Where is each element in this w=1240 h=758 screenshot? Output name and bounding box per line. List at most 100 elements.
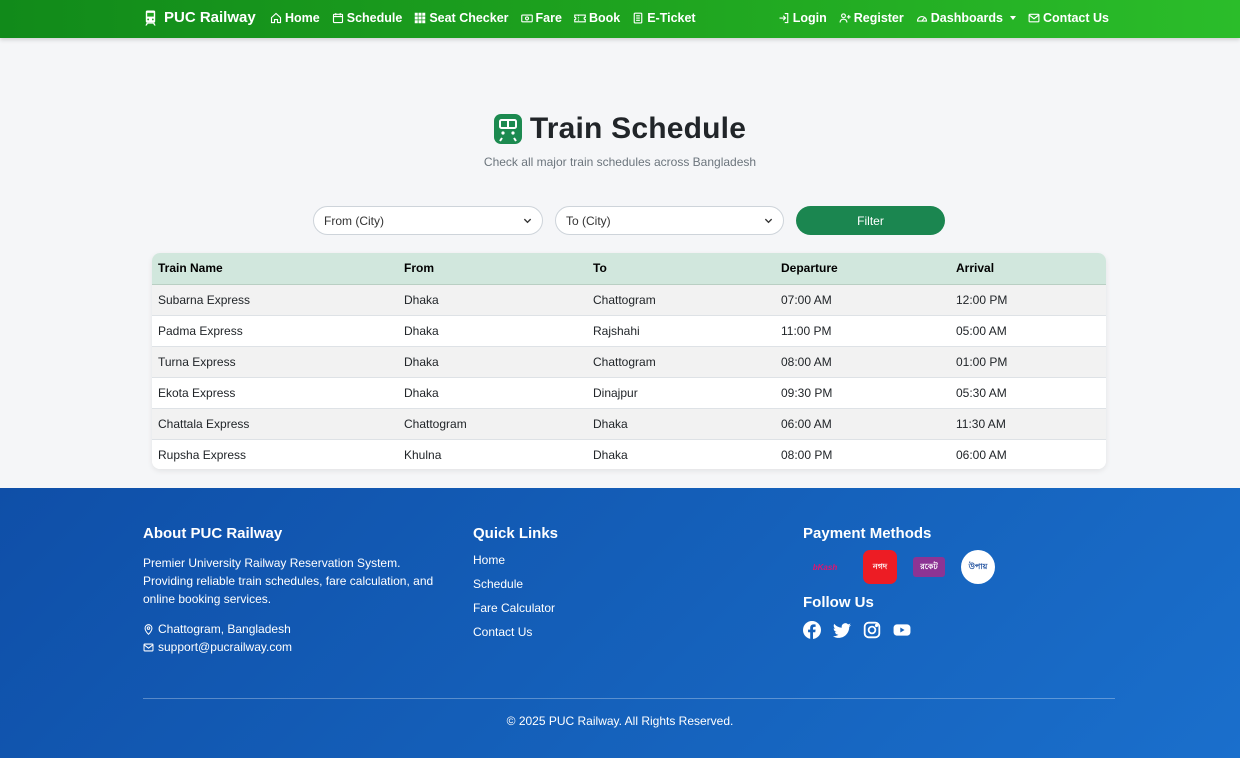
top-navbar: PUC Railway Home Schedule Seat Checker F…: [0, 0, 1240, 38]
table-header-row: Train Name From To Departure Arrival: [152, 253, 1106, 285]
cash-icon: [520, 14, 533, 23]
nav-seat-checker-label: Seat Checker: [429, 11, 509, 25]
chevron-down-icon: [1010, 16, 1017, 20]
chevron-down-icon: [523, 218, 532, 224]
cell-train-name: Rupsha Express: [158, 447, 247, 462]
footer-payments: Payment Methods bKash নগদ রকেট উপায় Fol…: [803, 525, 1115, 639]
nav-book-label: Book: [588, 11, 621, 25]
nav-home[interactable]: Home: [270, 11, 320, 25]
email-link[interactable]: support@pucrailway.com: [158, 638, 292, 656]
col-train-name: Train Name: [152, 253, 398, 285]
cell-arrival: 11:30 AM: [956, 416, 1006, 431]
about-title: About PUC Railway: [143, 525, 283, 542]
brand-link[interactable]: PUC Railway: [143, 9, 256, 26]
cell-departure: 07:00 AM: [781, 292, 832, 307]
cell-to: Chattogram: [593, 292, 656, 307]
cell-arrival: 01:00 PM: [956, 354, 1008, 369]
cell-train-name: Ekota Express: [158, 385, 236, 400]
youtube-icon[interactable]: [893, 621, 911, 639]
nav-e-ticket[interactable]: E-Ticket: [632, 11, 696, 25]
cell-arrival: 06:00 AM: [956, 447, 1007, 462]
cell-arrival: 05:30 AM: [956, 385, 1007, 400]
cell-from: Dhaka: [404, 292, 439, 307]
cell-departure: 09:30 PM: [781, 385, 833, 400]
cell-to: Dhaka: [593, 416, 628, 431]
email-line: support@pucrailway.com: [143, 638, 443, 656]
nav-dashboards-label: Dashboards: [930, 11, 1004, 25]
filter-button[interactable]: Filter: [796, 206, 945, 235]
schedule-table: Train Name From To Departure Arrival Sub…: [152, 253, 1106, 469]
nav-seat-checker[interactable]: Seat Checker: [414, 11, 509, 25]
footer-about: About PUC Railway Premier University Rai…: [143, 525, 443, 656]
col-from: From: [398, 253, 587, 285]
envelope-icon: [1028, 13, 1040, 23]
cell-from: Khulna: [404, 447, 442, 462]
table-row: Padma Express Dhaka Rajshahi 11:00 PM 05…: [152, 315, 1106, 346]
footer-link-fare-calculator[interactable]: Fare Calculator: [473, 596, 673, 620]
receipt-icon: [633, 12, 643, 24]
schedule-table-container: Train Name From To Departure Arrival Sub…: [152, 253, 1106, 469]
nav-login-label: Login: [792, 11, 827, 25]
copyright-text: © 2025 PUC Railway. All Rights Reserved.: [506, 714, 734, 728]
grid-icon: [415, 12, 426, 24]
cell-from: Dhaka: [404, 354, 439, 369]
about-text: Premier University Railway Reservation S…: [143, 556, 434, 606]
calendar-icon: [332, 13, 343, 24]
geo-pin-icon: [144, 623, 153, 635]
footer-divider: [143, 698, 1115, 699]
nav-login[interactable]: Login: [778, 11, 827, 25]
nav-register-label: Register: [853, 11, 904, 25]
nav-schedule-label: Schedule: [346, 11, 403, 25]
table-row: Turna Express Dhaka Chattogram 08:00 AM …: [152, 346, 1106, 377]
nav-dashboards-dropdown[interactable]: Dashboards: [916, 11, 1017, 25]
nav-e-ticket-label: E-Ticket: [647, 11, 696, 25]
rocket-logo: রকেট: [913, 557, 945, 577]
cell-train-name: Chattala Express: [158, 416, 250, 431]
cell-departure: 06:00 AM: [781, 416, 832, 431]
person-plus-icon: [839, 13, 851, 23]
from-city-value: From (City): [324, 213, 384, 228]
cell-departure: 08:00 AM: [781, 354, 832, 369]
envelope-icon: [143, 643, 154, 651]
home-icon: [270, 12, 282, 24]
location-line: Chattogram, Bangladesh: [143, 620, 443, 638]
twitter-icon[interactable]: [833, 621, 851, 639]
cell-from: Chattogram: [404, 416, 467, 431]
footer-link-home[interactable]: Home: [473, 548, 673, 572]
table-row: Subarna Express Dhaka Chattogram 07:00 A…: [152, 284, 1106, 315]
follow-title: Follow Us: [803, 594, 874, 611]
location-text: Chattogram, Bangladesh: [158, 622, 291, 636]
table-row: Chattala Express Chattogram Dhaka 06:00 …: [152, 408, 1106, 439]
nav-book[interactable]: Book: [574, 11, 620, 25]
nagad-logo: নগদ: [863, 550, 897, 584]
quick-links-title: Quick Links: [473, 525, 559, 542]
from-city-select[interactable]: From (City): [313, 206, 543, 235]
cell-to: Dinajpur: [593, 385, 638, 400]
cell-to: Chattogram: [593, 354, 656, 369]
ticket-icon: [574, 14, 586, 23]
cell-from: Dhaka: [404, 385, 439, 400]
train-front-icon: [493, 114, 522, 144]
cell-arrival: 05:00 AM: [956, 323, 1007, 338]
nav-fare[interactable]: Fare: [520, 11, 562, 25]
table-row: Rupsha Express Khulna Dhaka 08:00 PM 06:…: [152, 439, 1106, 469]
nav-schedule[interactable]: Schedule: [332, 11, 403, 25]
nav-contact[interactable]: Contact Us: [1028, 11, 1109, 25]
instagram-icon[interactable]: [863, 621, 881, 639]
upay-logo: উপায়: [961, 550, 995, 584]
to-city-value: To (City): [566, 213, 611, 228]
page-header: Train Schedule: [0, 112, 1240, 146]
facebook-icon[interactable]: [803, 621, 821, 639]
cell-to: Rajshahi: [593, 323, 640, 338]
cell-arrival: 12:00 PM: [956, 292, 1008, 307]
cell-from: Dhaka: [404, 323, 439, 338]
footer-link-schedule[interactable]: Schedule: [473, 572, 673, 596]
to-city-select[interactable]: To (City): [555, 206, 784, 235]
nav-register[interactable]: Register: [839, 11, 904, 25]
train-icon: [145, 10, 156, 25]
chevron-down-icon: [764, 218, 773, 224]
col-departure: Departure: [775, 253, 950, 285]
nav-contact-label: Contact Us: [1043, 11, 1109, 25]
nav-fare-label: Fare: [535, 11, 562, 25]
footer-link-contact[interactable]: Contact Us: [473, 620, 673, 644]
